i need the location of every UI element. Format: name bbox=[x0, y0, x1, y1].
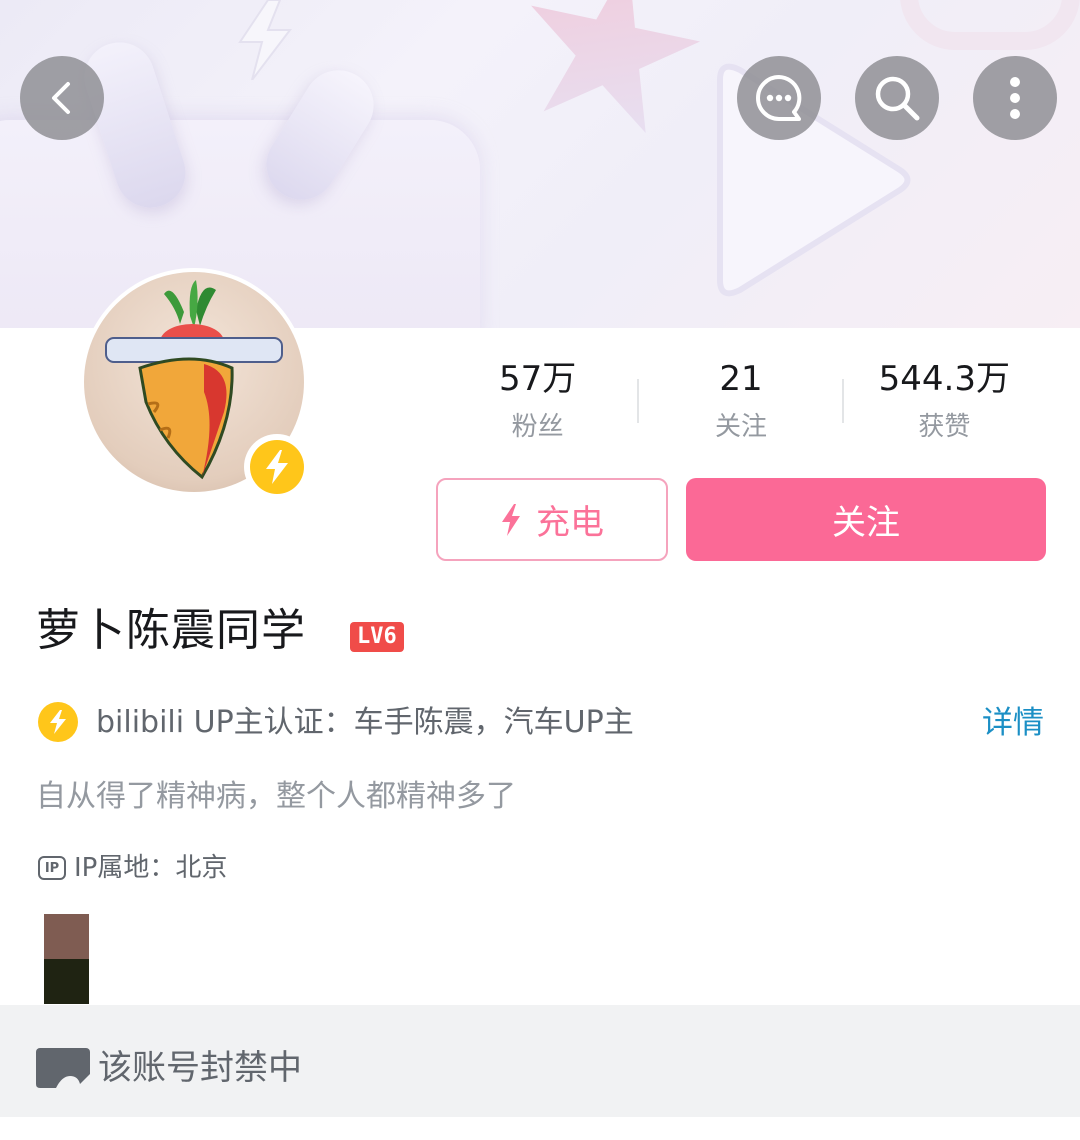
message-button[interactable] bbox=[737, 56, 821, 140]
bottom-strip bbox=[0, 1117, 1080, 1140]
redaction-block bbox=[44, 959, 89, 1004]
message-bubble-icon bbox=[756, 75, 802, 121]
level-badge: LV6 bbox=[350, 622, 404, 652]
stat-fans[interactable]: 57万 粉丝 bbox=[436, 355, 639, 455]
stat-label: 获赞 bbox=[918, 412, 971, 442]
lightning-icon bbox=[50, 710, 66, 734]
banner-bolt-shape bbox=[238, 0, 293, 80]
verify-badge bbox=[244, 434, 310, 500]
lightning-icon bbox=[502, 503, 520, 536]
follow-label: 关注 bbox=[832, 503, 900, 543]
user-bio: 自从得了精神病，整个人都精神多了 bbox=[36, 779, 516, 814]
certification-text: bilibili UP主认证：车手陈震，汽车UP主 bbox=[96, 705, 634, 740]
charge-button[interactable]: 充电 bbox=[436, 478, 668, 561]
lightning-icon bbox=[266, 450, 288, 484]
stat-likes[interactable]: 544.3万 获赞 bbox=[843, 355, 1046, 455]
stat-value: 57万 bbox=[499, 359, 577, 399]
certification-detail-link[interactable]: 详情 bbox=[982, 700, 1044, 746]
ban-icon bbox=[36, 1048, 90, 1088]
stats-row: 57万 粉丝 21 关注 544.3万 获赞 bbox=[436, 355, 1046, 455]
ip-location: IP属地：北京 bbox=[74, 853, 228, 882]
stat-label: 粉丝 bbox=[511, 412, 564, 442]
back-button[interactable] bbox=[20, 56, 104, 140]
stat-following[interactable]: 21 关注 bbox=[639, 355, 842, 455]
ip-icon: IP bbox=[38, 856, 66, 880]
chevron-left-icon bbox=[52, 82, 70, 114]
stat-divider bbox=[842, 379, 844, 423]
more-vertical-icon bbox=[1010, 77, 1020, 119]
banner-star-shape bbox=[503, 0, 716, 157]
redaction-block bbox=[44, 914, 89, 959]
stat-value: 21 bbox=[719, 359, 763, 399]
stat-value: 544.3万 bbox=[878, 359, 1010, 399]
stat-label: 关注 bbox=[714, 412, 767, 442]
banner-ring-shape bbox=[900, 0, 1080, 50]
follow-button[interactable]: 关注 bbox=[686, 478, 1046, 561]
search-button[interactable] bbox=[855, 56, 939, 140]
banned-notice-text: 该账号封禁中 bbox=[98, 1048, 302, 1088]
user-name: 萝卜陈震同学 bbox=[36, 605, 306, 656]
stat-divider bbox=[637, 379, 639, 423]
certification-icon bbox=[38, 702, 78, 742]
more-button[interactable] bbox=[973, 56, 1057, 140]
search-icon bbox=[875, 76, 920, 121]
charge-label: 充电 bbox=[536, 503, 604, 543]
